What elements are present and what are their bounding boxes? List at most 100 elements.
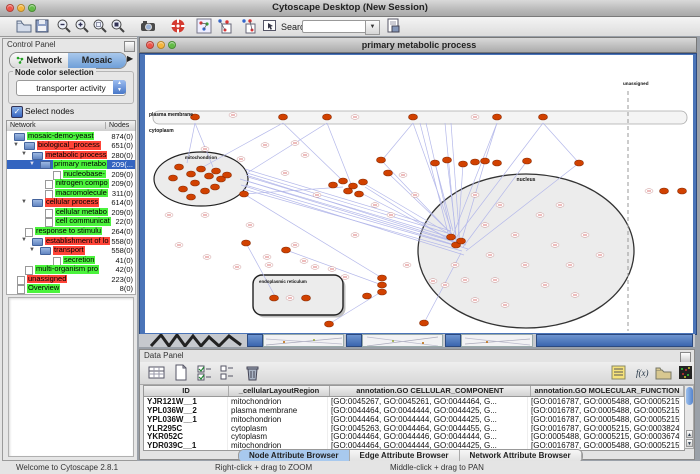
scrollbar-thumb[interactable] [686, 387, 693, 405]
node-selected-color[interactable] [660, 188, 669, 194]
node-selected-color[interactable] [471, 159, 480, 165]
node-selected-color[interactable] [223, 172, 232, 178]
import-network-icon[interactable] [196, 18, 212, 34]
background-window-edge[interactable] [445, 334, 461, 347]
tab-mosaic[interactable]: Mosaic [68, 53, 126, 68]
node-selected-color[interactable] [409, 114, 418, 120]
node-selected-color[interactable] [242, 240, 251, 246]
node-selected-color[interactable] [539, 114, 548, 120]
table-row[interactable]: YPL036W__1mitochondrion[GO:0044464, GO:0… [144, 415, 684, 424]
node-selected-color[interactable] [344, 188, 353, 194]
network-canvas[interactable]: plasma membranecytoplasmmitochondrionnuc… [145, 55, 693, 333]
zoom-selected-icon[interactable] [92, 18, 108, 34]
node-selected-color[interactable] [481, 158, 490, 164]
scroll-up-icon[interactable]: ▲ [686, 430, 693, 438]
layout-edges-icon[interactable] [240, 18, 256, 34]
float-panel-icon[interactable] [124, 41, 135, 52]
function-builder-icon[interactable]: f(x) [634, 364, 651, 381]
node-selected-color[interactable] [457, 238, 466, 244]
node-selected-color[interactable] [493, 114, 502, 120]
new-attribute-icon[interactable] [172, 364, 189, 381]
expand-arrow-icon[interactable]: ▼ [29, 246, 35, 255]
node-selected-color[interactable] [363, 293, 372, 299]
node-color-select[interactable]: transporter activity ▲▼ [16, 80, 126, 96]
save-icon[interactable] [34, 18, 50, 34]
select-attributes-icon[interactable] [196, 364, 213, 381]
attribute-list-icon[interactable] [610, 364, 627, 381]
unselect-attributes-icon[interactable] [218, 364, 235, 381]
open-folder-icon[interactable] [16, 18, 32, 34]
tree-row[interactable]: ▼cellular process614(0) [7, 198, 135, 208]
background-window-edge[interactable] [247, 334, 263, 347]
table-vertical-scrollbar[interactable]: ▲ ▼ [684, 385, 694, 449]
node-selected-color[interactable] [282, 247, 291, 253]
node-selected-color[interactable] [420, 320, 429, 326]
background-window-thumb[interactable] [461, 334, 533, 347]
background-window-edge[interactable] [346, 334, 362, 347]
table-row[interactable]: YJR121W__1mitochondrion[GO:0045267, GO:0… [144, 397, 684, 406]
select-nodes-checkbox[interactable]: ✓ [11, 106, 23, 118]
zoom-fit-icon[interactable] [110, 18, 126, 34]
background-window-edge[interactable] [536, 334, 693, 347]
column-header[interactable]: annotation.GO CELLULAR_COMPONENT [330, 386, 531, 396]
table-row[interactable]: YLR295Ccytoplasm[GO:0045263, GO:0044464,… [144, 424, 684, 433]
search-dropdown-icon[interactable]: ▼ [365, 20, 380, 35]
birdseye-view[interactable] [8, 297, 134, 457]
node-selected-color[interactable] [205, 173, 214, 179]
tree-row[interactable]: ▼biological_process651(0) [7, 141, 135, 151]
node-selected-color[interactable] [279, 114, 288, 120]
expand-arrow-icon[interactable]: ▼ [13, 141, 19, 150]
node-selected-color[interactable] [169, 175, 178, 181]
tree-row[interactable]: nitrogen compo209(0) [7, 179, 135, 189]
node-selected-color[interactable] [187, 194, 196, 200]
tree-row[interactable]: ▼transport558(0) [7, 246, 135, 256]
node-selected-color[interactable] [443, 157, 452, 163]
expand-arrow-icon[interactable]: ▼ [21, 150, 27, 159]
delete-attribute-icon[interactable] [244, 364, 261, 381]
node-selected-color[interactable] [175, 164, 184, 170]
node-selected-color[interactable] [323, 114, 332, 120]
table-row[interactable]: YKR052Ccytoplasm[GO:0044464, GO:0044446,… [144, 432, 684, 441]
scroll-down-icon[interactable]: ▼ [686, 439, 693, 447]
attribute-table-icon[interactable] [148, 364, 165, 381]
tree-row[interactable]: ▼primary metabo209(... [7, 160, 135, 170]
select-mode-icon[interactable] [262, 18, 278, 34]
node-selected-color[interactable] [187, 171, 196, 177]
node-selected-color[interactable] [339, 178, 348, 184]
expand-arrow-icon[interactable]: ▼ [21, 198, 27, 207]
node-selected-color[interactable] [378, 289, 387, 295]
node-selected-color[interactable] [359, 179, 368, 185]
column-header[interactable]: annotation.GO MOLECULAR_FUNCTION [531, 386, 684, 396]
help-lifesaver-icon[interactable] [170, 18, 186, 34]
node-selected-color[interactable] [201, 188, 210, 194]
node-selected-color[interactable] [575, 160, 584, 166]
background-window-thumb[interactable] [362, 334, 443, 347]
node-selected-color[interactable] [212, 168, 221, 174]
background-window-thumb[interactable] [263, 334, 344, 347]
column-header[interactable]: ID [144, 386, 229, 396]
snapshot-camera-icon[interactable] [140, 18, 156, 34]
layout-nodes-icon[interactable] [216, 18, 232, 34]
node-selected-color[interactable] [197, 166, 206, 172]
column-header[interactable]: _cellularLayoutRegion [229, 386, 330, 396]
tree-row[interactable]: multi-organism pro42(0) [7, 265, 135, 275]
node-selected-color[interactable] [493, 160, 502, 166]
node-selected-color[interactable] [191, 180, 200, 186]
node-selected-color[interactable] [240, 191, 249, 197]
node-selected-color[interactable] [431, 160, 440, 166]
search-settings-icon[interactable] [385, 18, 401, 34]
matrix-view-icon[interactable] [677, 364, 694, 381]
node-selected-color[interactable] [325, 321, 334, 327]
search-input[interactable] [302, 20, 366, 33]
node-selected-color[interactable] [459, 161, 468, 167]
node-selected-color[interactable] [447, 234, 456, 240]
node-selected-color[interactable] [270, 295, 279, 301]
node-selected-color[interactable] [378, 282, 387, 288]
import-attributes-icon[interactable] [655, 364, 672, 381]
node-selected-color[interactable] [355, 191, 364, 197]
mitochondrion-region[interactable] [154, 152, 248, 206]
tree-row[interactable]: Overview8(0) [7, 284, 135, 294]
expand-arrow-icon[interactable]: ▼ [21, 236, 27, 245]
tree-row[interactable]: response to stimulu264(0) [7, 226, 135, 236]
node-selected-color[interactable] [377, 157, 386, 163]
